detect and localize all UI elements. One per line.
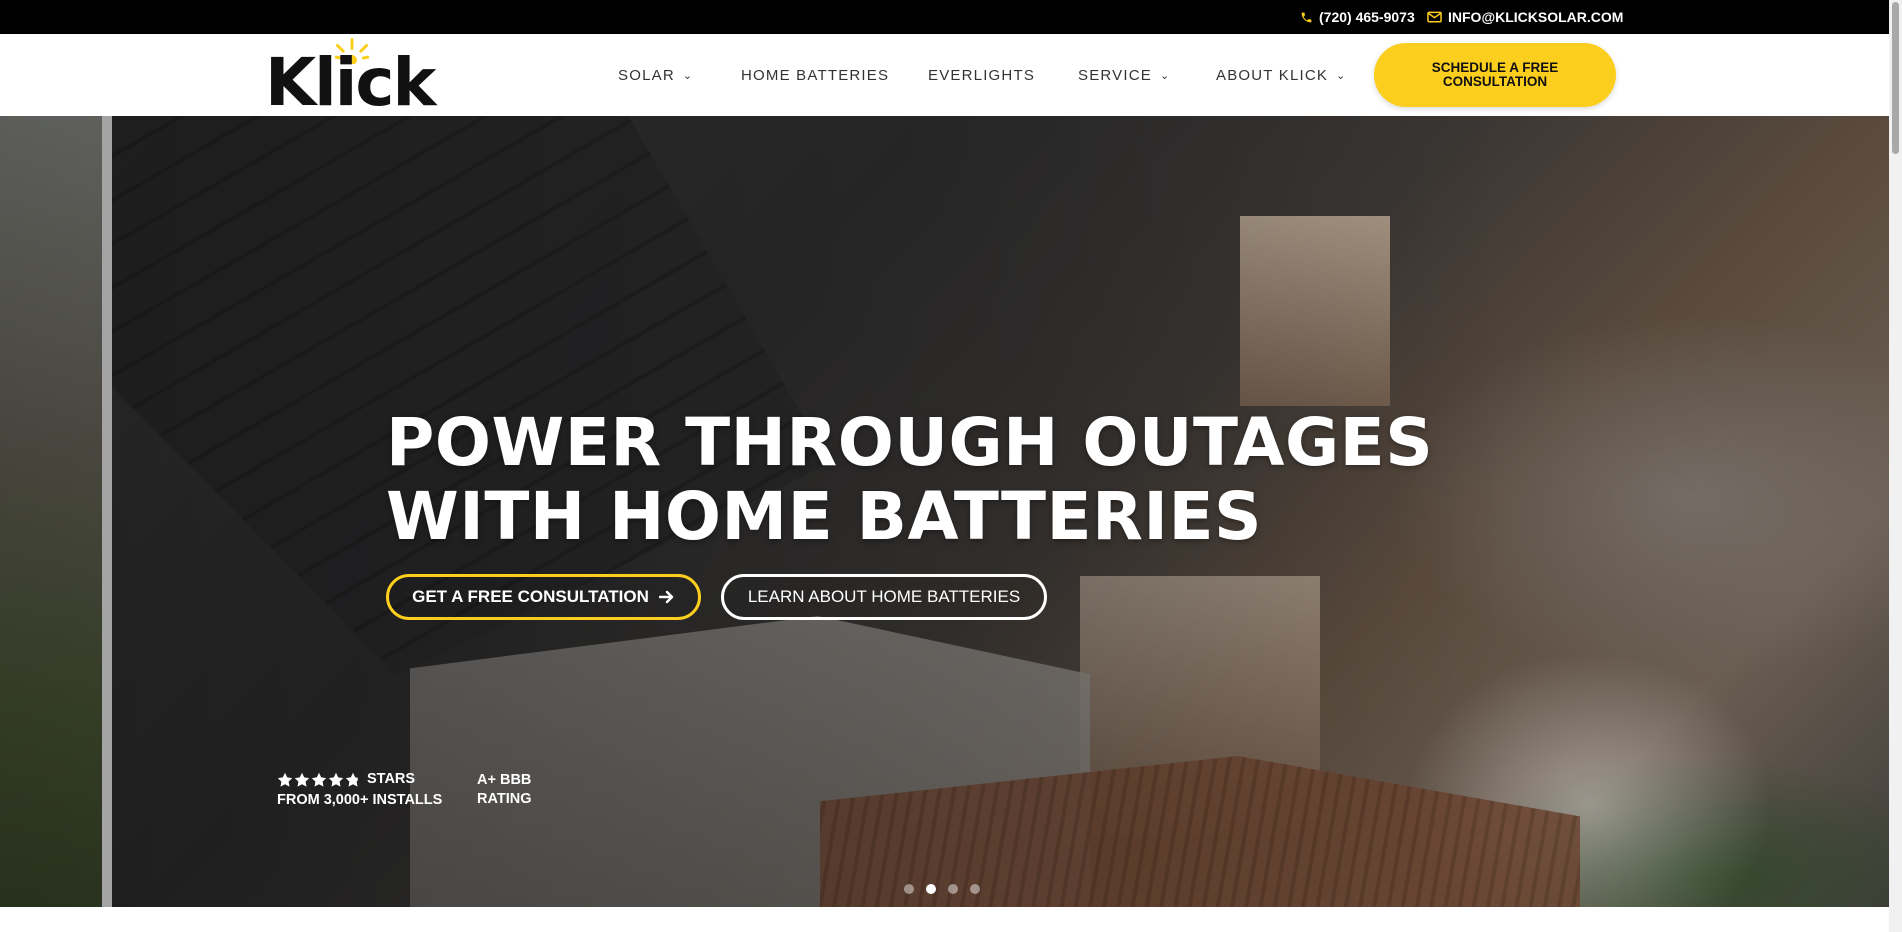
slider-dot[interactable] [904,884,914,894]
phone-number: (720) 465-9073 [1319,9,1415,25]
nav-label: HOME BATTERIES [741,66,890,84]
rating-label: STARS [367,771,416,787]
envelope-icon [1427,11,1442,23]
slider-dot[interactable] [970,884,980,894]
free-consultation-button[interactable]: GET A FREE CONSULTATION [386,574,701,620]
chevron-down-icon: ⌄ [1336,69,1347,82]
star-icon [345,772,358,787]
star-icon [311,772,327,787]
nav-item-solar[interactable]: SOLAR ⌄ [618,34,693,116]
nav-item-service[interactable]: SERVICE ⌄ [1078,34,1170,116]
rating-sub-label: FROM 3,000+ INSTALLS [277,792,443,808]
bbb-line-2: RATING [477,791,532,807]
nav-label: ABOUT KLICK [1216,66,1329,84]
hero-title-line-1: POWER THROUGH OUTAGES [386,404,1434,481]
arrow-right-icon [658,590,674,604]
scrollbar-thumb[interactable] [1892,2,1899,154]
email-link[interactable]: INFO@KLICKSOLAR.COM [1427,0,1623,34]
phone-icon [1301,12,1312,22]
rating-badge: STARS FROM 3,000+ INSTALLS [277,769,442,811]
schedule-consultation-button[interactable]: SCHEDULE A FREE CONSULTATION [1374,43,1616,107]
star-icon [277,772,293,787]
nav-item-about-klick[interactable]: ABOUT KLICK ⌄ [1216,34,1347,116]
hero-title-line-2: WITH HOME BATTERIES [386,478,1263,555]
phone-link[interactable]: (720) 465-9073 [1300,0,1415,34]
nav-label: SERVICE [1078,66,1152,84]
bbb-line-1: A+ BBB [477,772,532,788]
star-icon [328,772,344,787]
chevron-down-icon: ⌄ [682,69,694,82]
site-header: Klick SOLAR ⌄ HOME BATTERIES EVERLIGHTS … [0,34,1889,116]
learn-home-batteries-label: LEARN ABOUT HOME BATTERIES [747,587,1021,606]
chevron-down-icon: ⌄ [1159,69,1171,82]
star-rating [277,772,361,788]
page-below-fold [0,907,1889,932]
page-scrollbar[interactable] [1889,0,1902,932]
nav-label: SOLAR [618,66,675,84]
bbb-rating-badge: A+ BBB RATING [477,771,532,809]
nav-label: EVERLIGHTS [928,66,1036,84]
email-address: INFO@KLICKSOLAR.COM [1448,9,1624,25]
hero-slider: POWER THROUGH OUTAGES WITH HOME BATTERIE… [0,116,1889,907]
learn-home-batteries-button[interactable]: LEARN ABOUT HOME BATTERIES [721,574,1047,620]
nav-item-home-batteries[interactable]: HOME BATTERIES [741,34,889,116]
hero-title: POWER THROUGH OUTAGES WITH HOME BATTERIE… [386,406,1433,554]
star-icon [294,772,310,787]
nav-item-everlights[interactable]: EVERLIGHTS [928,34,1035,116]
free-consultation-label: GET A FREE CONSULTATION [412,587,649,606]
slider-dot[interactable] [948,884,958,894]
slider-dots [904,884,980,894]
top-contact-bar: (720) 465-9073 INFO@KLICKSOLAR.COM [0,0,1889,34]
slider-dot[interactable] [926,884,936,894]
